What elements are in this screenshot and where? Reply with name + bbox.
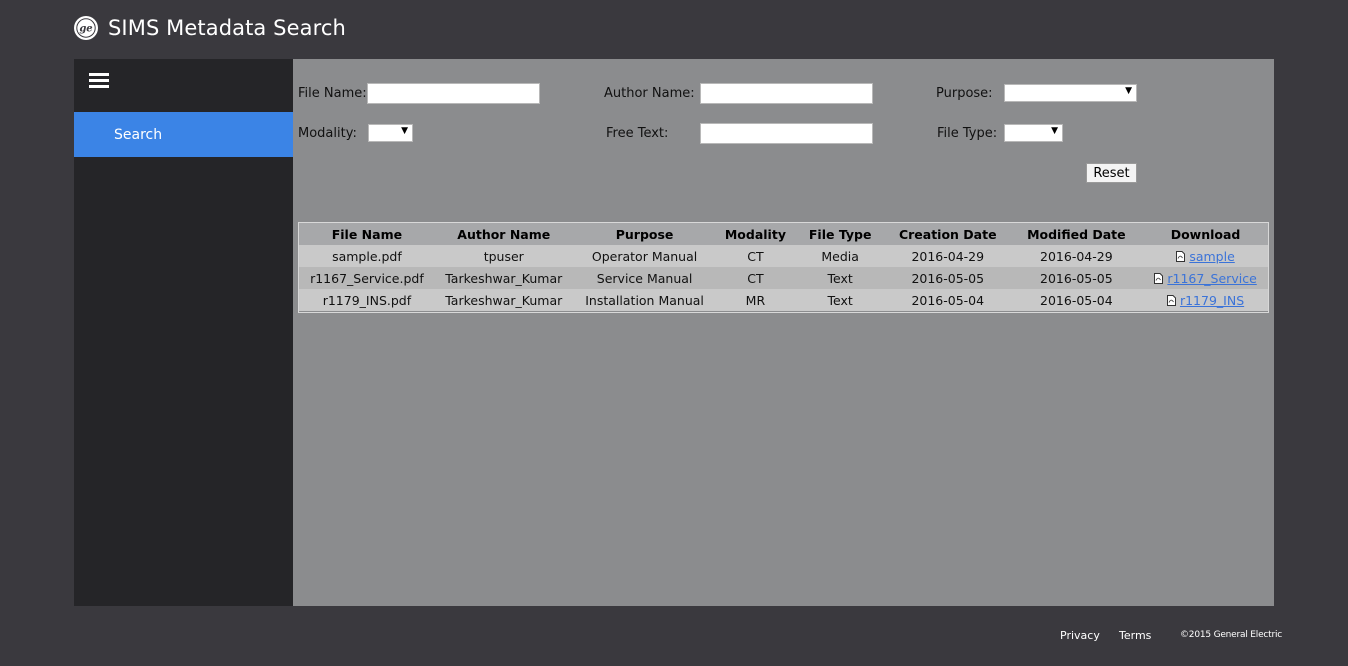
hamburger-icon[interactable]: [89, 73, 109, 91]
cell-file-name: sample.pdf: [332, 248, 402, 264]
cell-modified: 2016-05-04: [1040, 292, 1113, 308]
col-modified-date[interactable]: Modified Date: [1010, 223, 1144, 245]
cell-author: Tarkeshwar_Kumar: [445, 292, 563, 308]
cell-purpose: Operator Manual: [591, 248, 698, 264]
download-link[interactable]: sample: [1189, 249, 1234, 264]
reset-button[interactable]: Reset: [1086, 163, 1137, 183]
table-row: sample.pdf tpuser Operator Manual CT Med…: [299, 245, 1268, 267]
cell-modified: 2016-05-05: [1040, 270, 1113, 286]
chevron-down-icon: ▼: [1051, 126, 1058, 136]
cell-modified: 2016-04-29: [1040, 248, 1113, 264]
file-type-label: File Type:: [937, 126, 998, 141]
cell-download: r1167_Service: [1143, 267, 1268, 289]
cell-created: 2016-05-04: [911, 292, 985, 308]
privacy-link[interactable]: Privacy: [1060, 629, 1100, 642]
download-link[interactable]: r1167_Service: [1167, 271, 1256, 286]
col-modality[interactable]: Modality: [716, 223, 794, 245]
pdf-file-icon: [1154, 272, 1164, 284]
cell-file-type: Media: [821, 248, 859, 264]
purpose-select[interactable]: ▼: [1004, 84, 1137, 102]
free-text-input[interactable]: [700, 123, 873, 144]
cell-author: Tarkeshwar_Kumar: [445, 270, 563, 286]
table-row: r1167_Service.pdf Tarkeshwar_Kumar Servi…: [299, 267, 1268, 289]
free-text-label: Free Text:: [606, 126, 669, 141]
svg-text:ge: ge: [79, 24, 92, 35]
pdf-file-icon: [1166, 294, 1176, 306]
file-type-select[interactable]: ▼: [1004, 124, 1063, 142]
col-download[interactable]: Download: [1143, 223, 1268, 245]
col-file-name[interactable]: File Name: [299, 223, 435, 245]
modality-label: Modality:: [298, 126, 357, 141]
cell-modality: CT: [747, 270, 764, 286]
chevron-down-icon: ▼: [1125, 86, 1132, 96]
cell-file-type: Text: [827, 270, 853, 286]
modality-select[interactable]: ▼: [368, 124, 413, 142]
cell-file-type: Text: [827, 292, 853, 308]
app-title: SIMS Metadata Search: [108, 16, 346, 40]
copyright-text: ©2015 General Electric: [1180, 630, 1283, 640]
pdf-file-icon: [1176, 250, 1186, 262]
col-file-type[interactable]: File Type: [794, 223, 886, 245]
col-author-name[interactable]: Author Name: [435, 223, 573, 245]
cell-file-name: r1167_Service.pdf: [310, 270, 424, 286]
cell-download: sample: [1143, 245, 1268, 267]
results-table: File Name Author Name Purpose Modality F…: [298, 222, 1269, 313]
terms-link[interactable]: Terms: [1119, 629, 1151, 642]
ge-logo-icon: ge: [74, 16, 98, 40]
cell-file-name: r1179_INS.pdf: [322, 292, 412, 308]
cell-purpose: Installation Manual: [585, 292, 704, 308]
author-name-input[interactable]: [700, 83, 873, 104]
purpose-label: Purpose:: [936, 86, 993, 101]
table-header-row: File Name Author Name Purpose Modality F…: [299, 223, 1268, 245]
search-panel: File Name: Author Name: Purpose: ▼ Modal…: [293, 59, 1274, 606]
cell-modality: CT: [747, 248, 764, 264]
file-name-input[interactable]: [367, 83, 540, 104]
cell-modality: MR: [745, 292, 766, 308]
cell-download: r1179_INS: [1143, 289, 1268, 311]
download-link[interactable]: r1179_INS: [1180, 293, 1244, 308]
file-name-label: File Name:: [298, 86, 367, 101]
cell-created: 2016-05-05: [911, 270, 985, 286]
chevron-down-icon: ▼: [401, 126, 408, 136]
app-header: ge SIMS Metadata Search: [74, 12, 346, 44]
col-purpose[interactable]: Purpose: [573, 223, 717, 245]
sidebar: Search: [74, 59, 293, 606]
cell-purpose: Service Manual: [596, 270, 693, 286]
cell-created: 2016-04-29: [911, 248, 985, 264]
col-creation-date[interactable]: Creation Date: [886, 223, 1010, 245]
cell-author: tpuser: [483, 248, 524, 264]
author-name-label: Author Name:: [604, 86, 695, 101]
sidebar-item-search[interactable]: Search: [74, 112, 293, 157]
sidebar-item-label: Search: [114, 126, 163, 143]
table-row: r1179_INS.pdf Tarkeshwar_Kumar Installat…: [299, 289, 1268, 311]
